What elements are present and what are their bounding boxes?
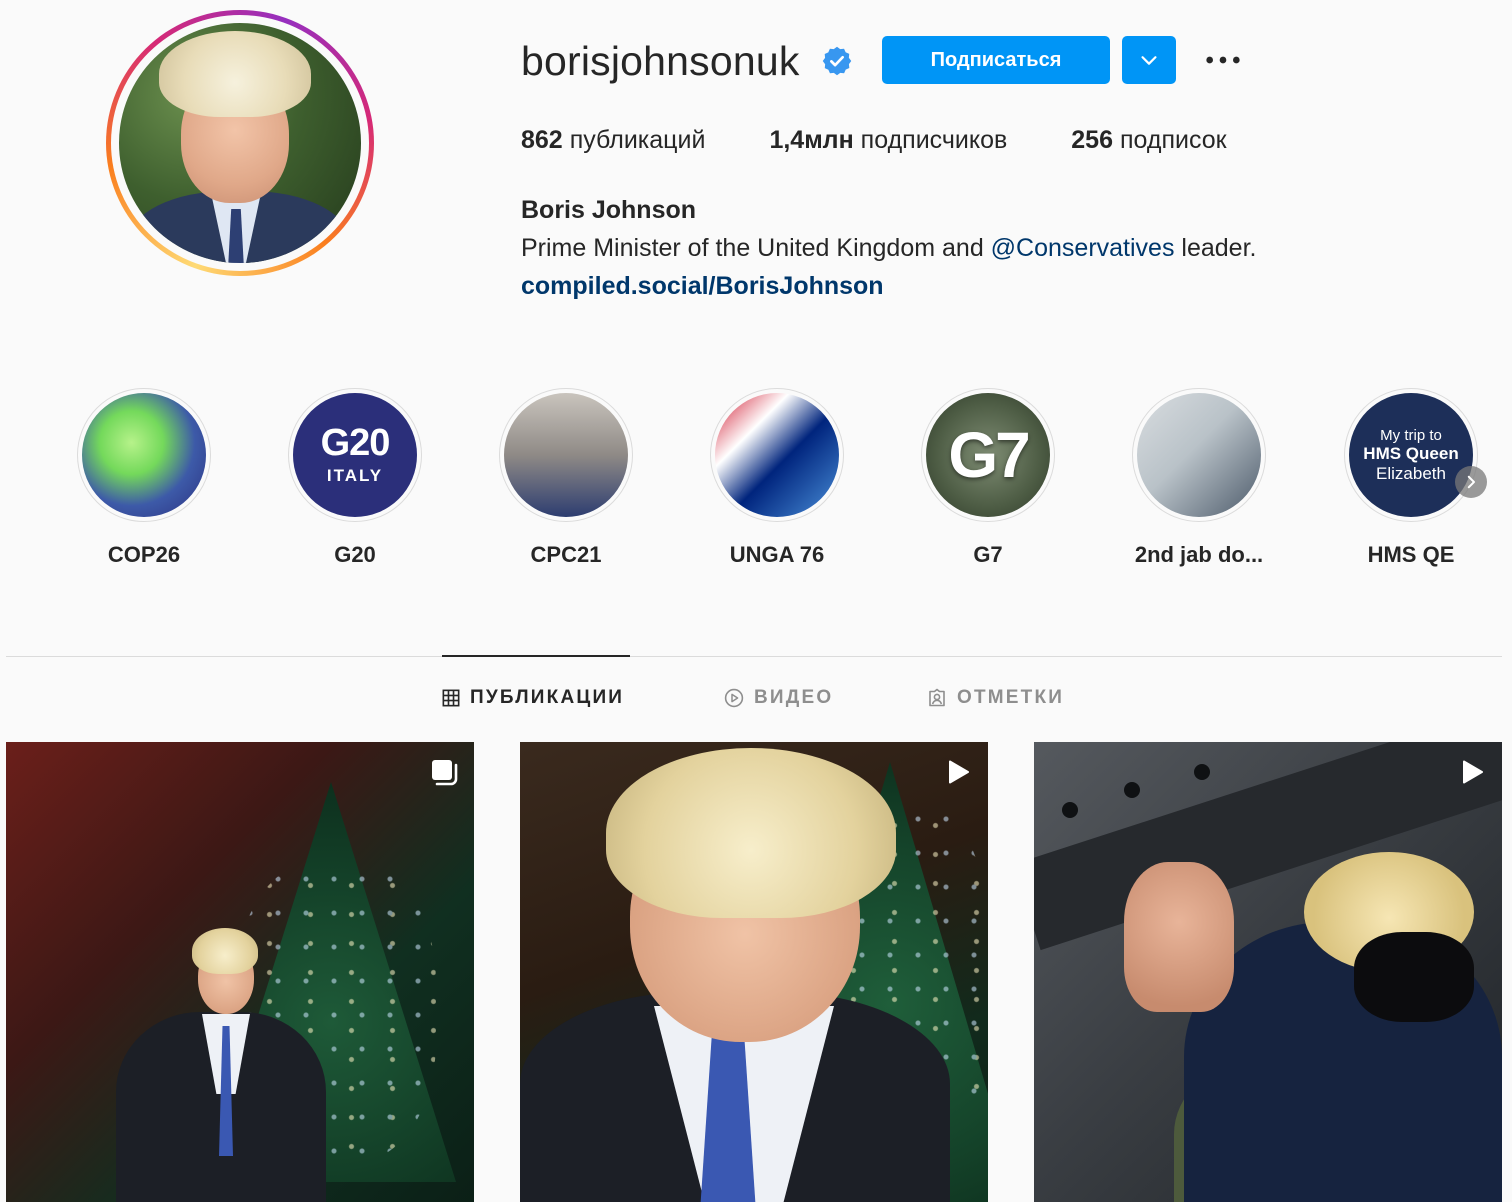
person-hair [606, 748, 896, 918]
more-options-button[interactable] [1200, 44, 1246, 76]
highlight-2nd-jab[interactable]: 2nd jab do... [1131, 388, 1267, 568]
highlight-g7[interactable]: G7 G7 [920, 388, 1056, 568]
highlight-cpc21[interactable]: CPC21 [498, 388, 634, 568]
profile-website-link[interactable]: compiled.social/BorisJohnson [521, 272, 884, 301]
tagged-user-icon [929, 688, 945, 707]
highlight-label: G7 [973, 542, 1003, 567]
highlight-cover-2nd-jab [1137, 393, 1261, 517]
suggestions-dropdown-button[interactable] [1122, 36, 1176, 84]
tab-label: ПУБЛИКАЦИИ [470, 687, 625, 708]
post-thumbnail[interactable] [6, 742, 474, 1202]
following-stat-link[interactable]: 256 подписок [1071, 126, 1226, 155]
tab-label: ВИДЕО [754, 687, 834, 708]
followers-stat-link[interactable]: 1,4млн подписчиков [769, 126, 1007, 155]
posts-count-stat: 862 публикаций [521, 126, 705, 155]
grid-icon [442, 689, 460, 707]
chevron-down-icon [1141, 56, 1157, 65]
follow-button[interactable]: Подписаться [882, 36, 1110, 84]
chevron-right-icon [1467, 475, 1475, 489]
play-circle-icon [724, 688, 744, 708]
avatar-photo [119, 23, 361, 263]
highlight-label: COP26 [107, 542, 181, 567]
more-horizontal-icon [1206, 56, 1240, 64]
highlight-g20[interactable]: G20 ITALY G20 [287, 388, 423, 568]
highlight-label: G20 [334, 542, 376, 567]
tab-tagged[interactable]: ОТМЕТКИ [927, 686, 1064, 710]
bio-mention-link[interactable]: @Conservatives [991, 234, 1175, 262]
highlight-label: UNGA 76 [729, 542, 825, 567]
highlight-label: HMS QE [1367, 542, 1455, 567]
rivet [1194, 764, 1210, 780]
tab-videos[interactable]: ВИДЕО [724, 686, 833, 710]
highlights-next-button[interactable] [1455, 466, 1487, 498]
highlight-cover-g7: G7 [926, 393, 1050, 517]
thumbs-up-hand [1124, 862, 1234, 1012]
play-icon [944, 758, 972, 786]
post-thumbnail[interactable] [520, 742, 988, 1202]
tabs-divider [6, 656, 1502, 657]
g20-cover-title: G20 [320, 422, 391, 464]
tab-posts[interactable]: ПУБЛИКАЦИИ [442, 686, 624, 710]
posts-label: публикаций [569, 126, 706, 154]
highlight-cover-hms-qe: My trip to HMS Queen Elizabeth [1349, 393, 1473, 517]
tab-label: ОТМЕТКИ [957, 687, 1065, 708]
bio-text-end: leader. [1174, 234, 1257, 262]
g7-cover-title: G7 [948, 419, 1030, 491]
profile-stats: 862 публикаций 1,4млн подписчиков 256 по… [521, 126, 1227, 155]
highlight-cover-g20: G20 ITALY [293, 393, 417, 517]
following-label: подписок [1120, 126, 1227, 154]
active-tab-indicator [442, 655, 630, 657]
hms-cover-line-3: Elizabeth [1376, 463, 1446, 483]
profile-avatar[interactable] [106, 10, 374, 276]
carousel-icon [430, 758, 458, 786]
highlight-label: 2nd jab do... [1134, 542, 1264, 567]
rivet [1062, 802, 1078, 818]
rivet [1124, 782, 1140, 798]
highlight-cover-cpc21 [504, 393, 628, 517]
highlight-unga76[interactable]: UNGA 76 [709, 388, 845, 568]
person-hair [192, 928, 258, 974]
profile-bio: Prime Minister of the United Kingdom and… [521, 234, 1256, 263]
verified-badge-icon [822, 46, 852, 76]
profile-username: borisjohnsonuk [521, 38, 800, 84]
highlight-cover-cop26 [82, 393, 206, 517]
hms-cover-line-1: My trip to [1380, 426, 1442, 444]
face-mask [1354, 932, 1474, 1022]
posts-count: 862 [521, 126, 563, 154]
highlight-label: CPC21 [530, 542, 602, 567]
hms-cover-line-2: HMS Queen [1363, 444, 1459, 464]
play-icon [1458, 758, 1486, 786]
followers-count: 1,4млн [769, 126, 854, 154]
highlight-cop26[interactable]: COP26 [76, 388, 212, 568]
post-thumbnail[interactable] [1034, 742, 1502, 1202]
following-count: 256 [1071, 126, 1113, 154]
bio-text-start: Prime Minister of the United Kingdom and [521, 234, 991, 262]
profile-full-name: Boris Johnson [521, 196, 697, 224]
g20-cover-subtitle: ITALY [326, 466, 384, 485]
highlight-cover-unga76 [715, 393, 839, 517]
followers-label: подписчиков [860, 126, 1008, 154]
